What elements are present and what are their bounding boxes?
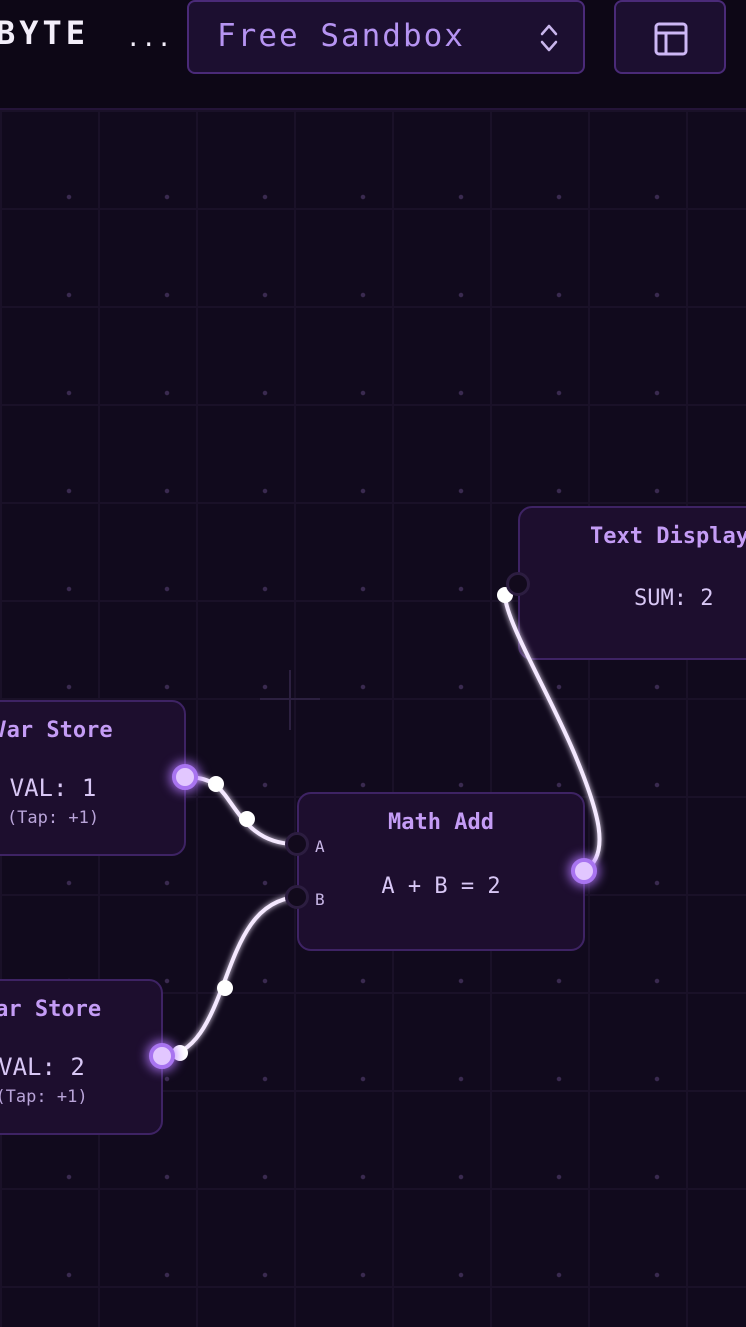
wire-var1-to-add-a[interactable] [183,775,299,847]
input-port-b[interactable] [285,885,309,909]
mode-selector-value: Free Sandbox [217,18,465,54]
layout-icon [654,22,688,56]
canvas-crosshair [260,670,320,730]
app-logo-text: BYTE [0,14,90,52]
app-root: BYTE ... Free Sandbox Text Display SUM: … [0,0,746,1327]
wire-add-to-display[interactable] [503,593,602,873]
app-title-ellipsis: ... [126,24,173,52]
top-bar: BYTE ... Free Sandbox [0,0,746,110]
mode-selector[interactable]: Free Sandbox [187,0,585,74]
wire-bead [217,980,233,996]
output-port[interactable] [149,1043,175,1069]
node-canvas[interactable]: Text Display SUM: 2 Var Store VAL: 1 (Ta… [0,110,746,1327]
output-port[interactable] [172,764,198,790]
layout-toggle-button[interactable] [614,0,726,74]
output-port[interactable] [571,858,597,884]
input-port[interactable] [506,572,530,596]
chevron-up-down-icon [539,22,559,58]
wire-bead [208,776,224,792]
wire-bead [239,811,255,827]
connection-layer [160,587,602,1061]
wire-var2-to-add-b[interactable] [160,895,299,1058]
input-port-a[interactable] [285,832,309,856]
